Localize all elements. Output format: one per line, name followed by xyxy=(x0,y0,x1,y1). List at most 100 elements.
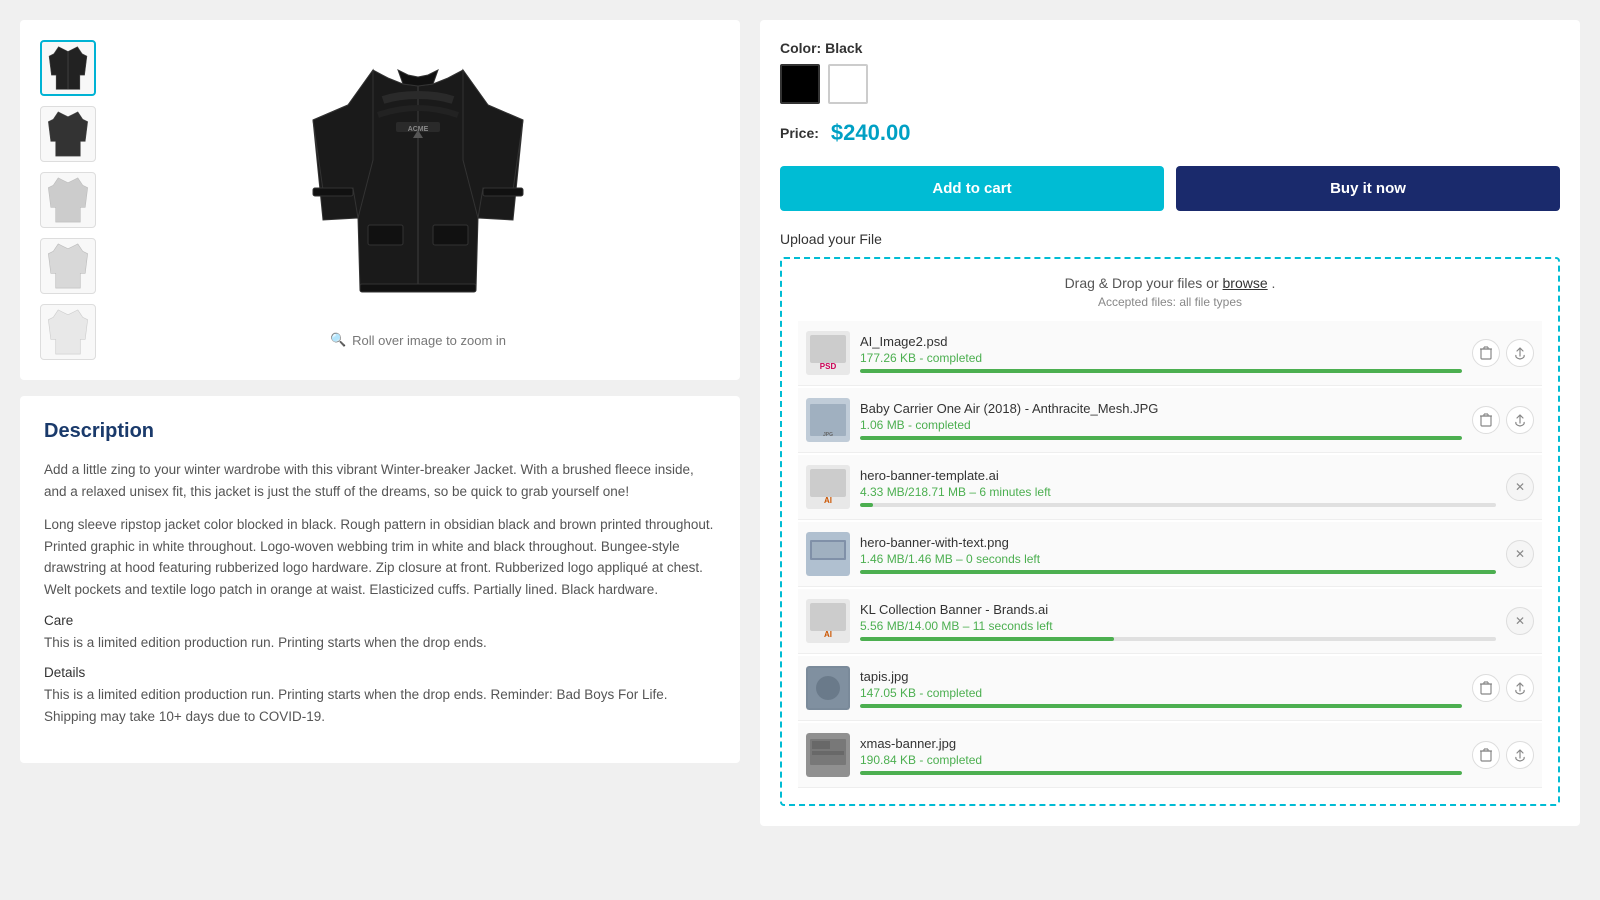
file-item: xmas-banner.jpg 190.84 KB - completed xyxy=(798,723,1542,788)
color-swatch-white[interactable] xyxy=(828,64,868,104)
progress-bar-fill xyxy=(860,436,1462,440)
main-image-area: ACME xyxy=(116,40,720,360)
file-name: hero-banner-template.ai xyxy=(860,468,1496,483)
file-actions: ✕ xyxy=(1506,607,1534,635)
product-actions-section: Color: Black Price: $240.00 Add to cart … xyxy=(760,20,1580,826)
file-cancel-button[interactable]: ✕ xyxy=(1506,607,1534,635)
file-item: hero-banner-with-text.png 1.46 MB/1.46 M… xyxy=(798,522,1542,587)
svg-text:AI: AI xyxy=(824,630,832,639)
color-swatches xyxy=(780,64,1560,104)
zoom-hint: 🔍 Roll over image to zoom in xyxy=(330,332,506,348)
progress-bar-fill xyxy=(860,771,1462,775)
drop-hint-text: Drag & Drop your files or xyxy=(1065,275,1219,291)
file-info: hero-banner-with-text.png 1.46 MB/1.46 M… xyxy=(860,535,1496,574)
thumbnail-1[interactable] xyxy=(40,40,96,96)
drop-hint: Drag & Drop your files or browse . xyxy=(798,275,1542,291)
file-actions xyxy=(1472,674,1534,702)
color-value: Black xyxy=(825,40,862,56)
file-status: 4.33 MB/218.71 MB – 6 minutes left xyxy=(860,485,1496,499)
file-item: tapis.jpg 147.05 KB - completed xyxy=(798,656,1542,721)
file-reupload-button[interactable] xyxy=(1506,674,1534,702)
file-reupload-button[interactable] xyxy=(1506,741,1534,769)
buy-it-now-button[interactable]: Buy it now xyxy=(1176,166,1560,211)
file-name: tapis.jpg xyxy=(860,669,1462,684)
svg-text:PSD: PSD xyxy=(820,362,837,371)
file-reupload-button[interactable] xyxy=(1506,339,1534,367)
progress-bar-fill xyxy=(860,637,1114,641)
thumbnail-2[interactable] xyxy=(40,106,96,162)
file-info: xmas-banner.jpg 190.84 KB - completed xyxy=(860,736,1462,775)
accepted-files-text: Accepted files: all file types xyxy=(798,295,1542,309)
file-status: 177.26 KB - completed xyxy=(860,351,1462,365)
file-list: PSD AI_Image2.psd 177.26 KB - completed xyxy=(798,321,1542,788)
file-thumbnail xyxy=(806,733,850,777)
color-section: Color: Black xyxy=(780,40,1560,104)
progress-bar xyxy=(860,637,1496,641)
file-thumbnail: AI xyxy=(806,599,850,643)
file-thumbnail xyxy=(806,666,850,710)
file-info: Baby Carrier One Air (2018) - Anthracite… xyxy=(860,401,1462,440)
description-title: Description xyxy=(44,420,716,443)
file-info: hero-banner-template.ai 4.33 MB/218.71 M… xyxy=(860,468,1496,507)
file-delete-button[interactable] xyxy=(1472,674,1500,702)
file-actions xyxy=(1472,406,1534,434)
file-status: 1.06 MB - completed xyxy=(860,418,1462,432)
thumbnail-5[interactable] xyxy=(40,304,96,360)
progress-bar xyxy=(860,704,1462,708)
file-item: PSD AI_Image2.psd 177.26 KB - completed xyxy=(798,321,1542,386)
file-thumbnail xyxy=(806,532,850,576)
file-status: 190.84 KB - completed xyxy=(860,753,1462,767)
file-item: JPG Baby Carrier One Air (2018) - Anthra… xyxy=(798,388,1542,453)
main-jacket: ACME xyxy=(278,40,558,320)
upload-section-label: Upload your File xyxy=(780,231,1560,247)
file-info: AI_Image2.psd 177.26 KB - completed xyxy=(860,334,1462,373)
file-thumbnail: AI xyxy=(806,465,850,509)
action-buttons: Add to cart Buy it now xyxy=(780,166,1560,211)
progress-bar-fill xyxy=(860,704,1462,708)
file-reupload-button[interactable] xyxy=(1506,406,1534,434)
progress-bar xyxy=(860,570,1496,574)
drop-suffix: . xyxy=(1272,275,1276,291)
color-label-text: Color: xyxy=(780,40,825,56)
left-panel: ACME xyxy=(20,20,740,826)
file-delete-button[interactable] xyxy=(1472,406,1500,434)
description-section: Description Add a little zing to your wi… xyxy=(20,396,740,763)
upload-drop-area[interactable]: Drag & Drop your files or browse . Accep… xyxy=(780,257,1560,806)
file-delete-button[interactable] xyxy=(1472,741,1500,769)
file-item: AI hero-banner-template.ai 4.33 MB/218.7… xyxy=(798,455,1542,520)
file-info: tapis.jpg 147.05 KB - completed xyxy=(860,669,1462,708)
file-actions: ✕ xyxy=(1506,473,1534,501)
color-label: Color: Black xyxy=(780,40,1560,56)
progress-bar xyxy=(860,436,1462,440)
file-cancel-button[interactable]: ✕ xyxy=(1506,540,1534,568)
file-thumbnail: PSD xyxy=(806,331,850,375)
file-name: Baby Carrier One Air (2018) - Anthracite… xyxy=(860,401,1462,416)
description-para2: Long sleeve ripstop jacket color blocked… xyxy=(44,514,716,600)
file-name: KL Collection Banner - Brands.ai xyxy=(860,602,1496,617)
svg-text:JPG: JPG xyxy=(823,432,833,438)
right-panel: Color: Black Price: $240.00 Add to cart … xyxy=(760,20,1580,826)
svg-text:AI: AI xyxy=(824,496,832,505)
file-actions xyxy=(1472,741,1534,769)
file-delete-button[interactable] xyxy=(1472,339,1500,367)
details-label: Details xyxy=(44,665,716,680)
file-name: hero-banner-with-text.png xyxy=(860,535,1496,550)
file-name: xmas-banner.jpg xyxy=(860,736,1462,751)
file-info: KL Collection Banner - Brands.ai 5.56 MB… xyxy=(860,602,1496,641)
file-item: AI KL Collection Banner - Brands.ai 5.56… xyxy=(798,589,1542,654)
care-label: Care xyxy=(44,613,716,628)
zoom-icon: 🔍 xyxy=(330,332,346,348)
thumbnail-4[interactable] xyxy=(40,238,96,294)
progress-bar xyxy=(860,503,1496,507)
file-name: AI_Image2.psd xyxy=(860,334,1462,349)
color-swatch-black[interactable] xyxy=(780,64,820,104)
file-actions: ✕ xyxy=(1506,540,1534,568)
thumbnail-3[interactable] xyxy=(40,172,96,228)
file-cancel-button[interactable]: ✕ xyxy=(1506,473,1534,501)
progress-bar-fill xyxy=(860,570,1496,574)
add-to-cart-button[interactable]: Add to cart xyxy=(780,166,1164,211)
browse-link[interactable]: browse xyxy=(1223,275,1268,291)
file-status: 1.46 MB/1.46 MB – 0 seconds left xyxy=(860,552,1496,566)
details-text: This is a limited edition production run… xyxy=(44,684,716,727)
progress-bar-fill xyxy=(860,369,1462,373)
